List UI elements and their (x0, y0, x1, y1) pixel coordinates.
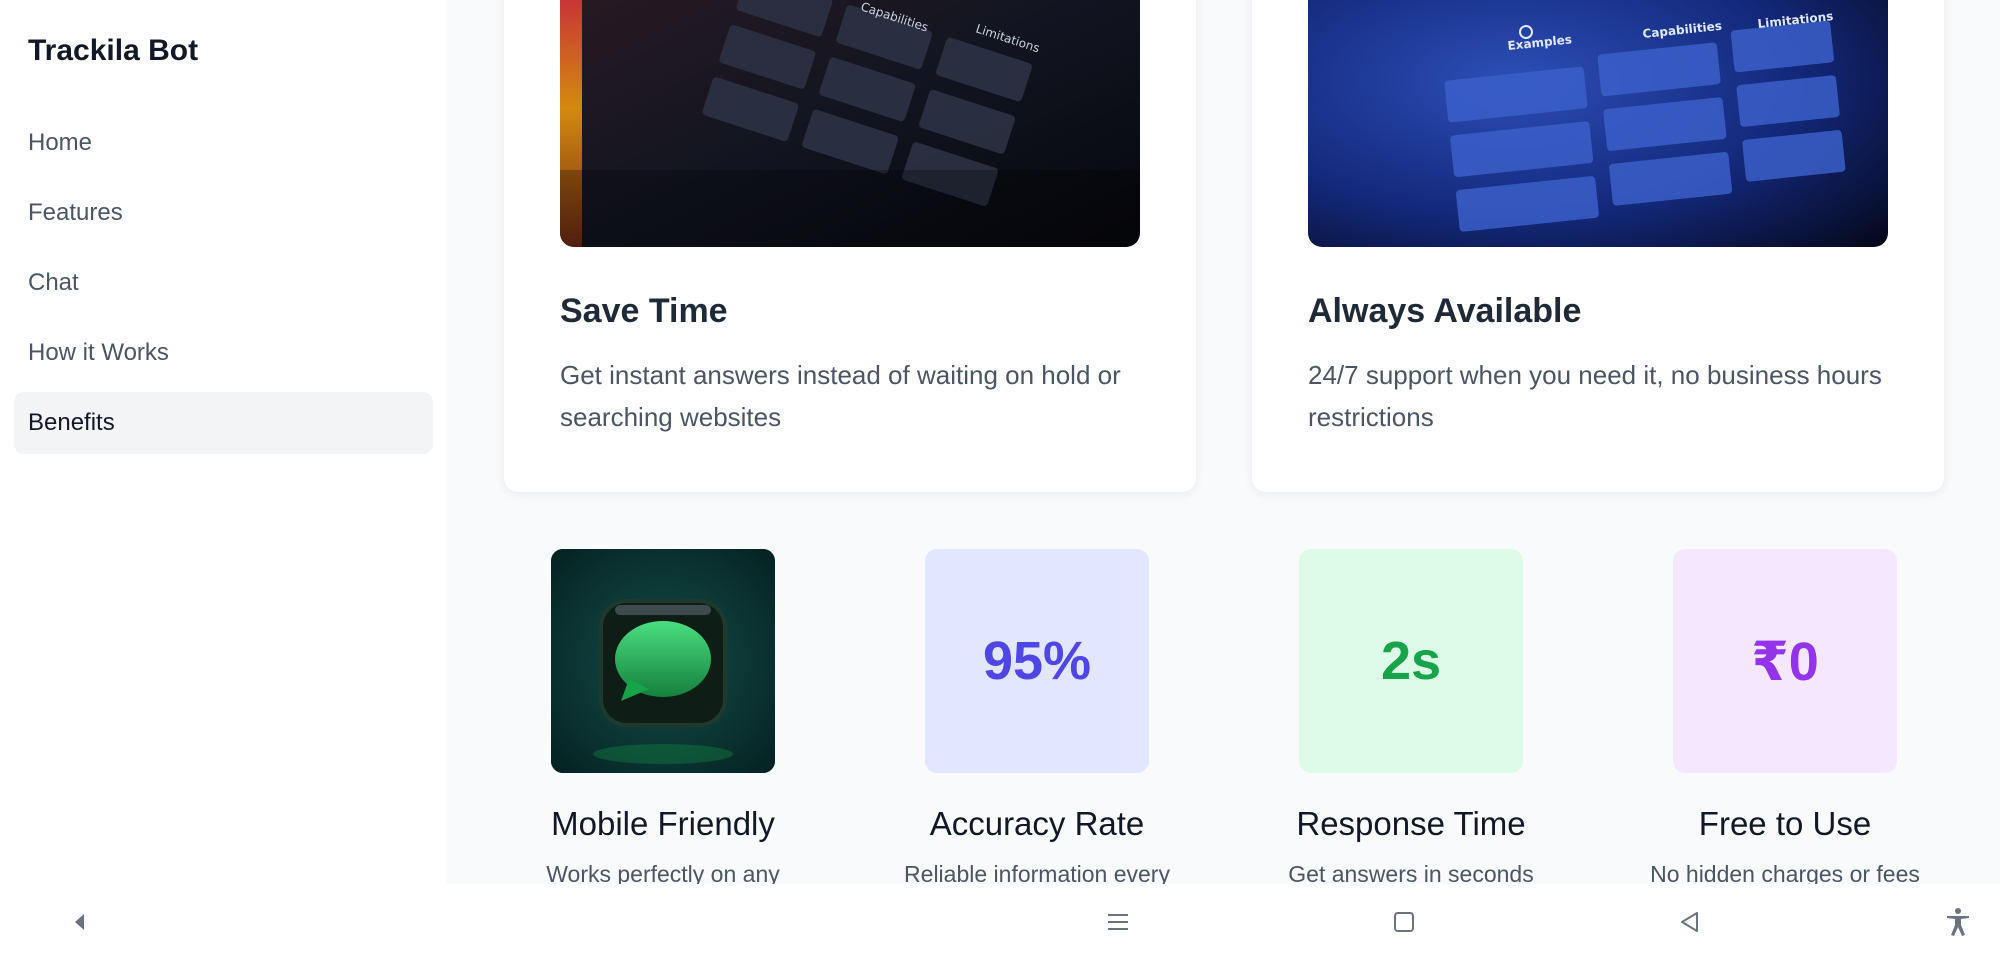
chat-bubble-icon (551, 549, 775, 773)
sidebar-item-home[interactable]: Home (14, 112, 433, 174)
back-triangle-icon[interactable] (1670, 902, 1710, 942)
sidebar-item-how-it-works[interactable]: How it Works (14, 322, 433, 384)
stat-title: Response Time (1296, 805, 1526, 842)
system-nav-bar (0, 884, 2000, 960)
sidebar-item-benefits[interactable]: Benefits (14, 392, 433, 454)
main-content: Capabilities Limitations Save Time Get i… (446, 0, 2000, 884)
card-description: Get instant answers instead of waiting o… (560, 360, 1121, 432)
stat-accuracy-rate: 95% Accuracy Rate Reliable information e… (872, 549, 1202, 884)
sidebar-item-features[interactable]: Features (14, 182, 433, 244)
card-description: 24/7 support when you need it, no busine… (1308, 360, 1882, 432)
stat-value: 95% (925, 549, 1149, 773)
stat-response-time: 2s Response Time Get answers in seconds (1246, 549, 1576, 884)
stat-free-to-use: ₹0 Free to Use No hidden charges or fees (1620, 549, 1950, 884)
stat-mobile-friendly: Mobile Friendly Works perfectly on any (498, 549, 828, 884)
benefit-card-always-available: Examples Capabilities Limitations Always… (1252, 0, 1944, 492)
stat-value: ₹0 (1673, 549, 1897, 773)
stat-description: Reliable information every (904, 861, 1170, 884)
stat-description: Get answers in seconds (1288, 861, 1534, 884)
card-title: Save Time (560, 292, 728, 330)
card-image-chat-screenshot: Capabilities Limitations (560, 0, 1140, 247)
card-title: Always Available (1308, 292, 1582, 330)
back-arrow-icon[interactable] (60, 902, 100, 942)
card-image-chat-screenshot: Examples Capabilities Limitations (1308, 0, 1888, 247)
brand-title[interactable]: Trackila Bot (28, 34, 198, 68)
sidebar-item-chat[interactable]: Chat (14, 252, 433, 314)
stat-description: Works perfectly on any (546, 861, 780, 884)
accessibility-icon[interactable] (1938, 902, 1978, 942)
stat-value: 2s (1299, 549, 1523, 773)
menu-icon[interactable] (1098, 902, 1138, 942)
sidebar-nav: Home Features Chat How it Works Benefits (14, 112, 433, 462)
home-square-icon[interactable] (1384, 902, 1424, 942)
stat-title: Mobile Friendly (551, 805, 775, 842)
stat-title: Free to Use (1698, 805, 1872, 842)
sidebar: Trackila Bot Home Features Chat How it W… (0, 0, 446, 884)
stat-tile (551, 549, 775, 773)
benefit-card-save-time: Capabilities Limitations Save Time Get i… (504, 0, 1196, 492)
stat-title: Accuracy Rate (929, 805, 1145, 842)
stat-description: No hidden charges or fees (1650, 861, 1920, 884)
app-root: Trackila Bot Home Features Chat How it W… (0, 0, 2000, 960)
